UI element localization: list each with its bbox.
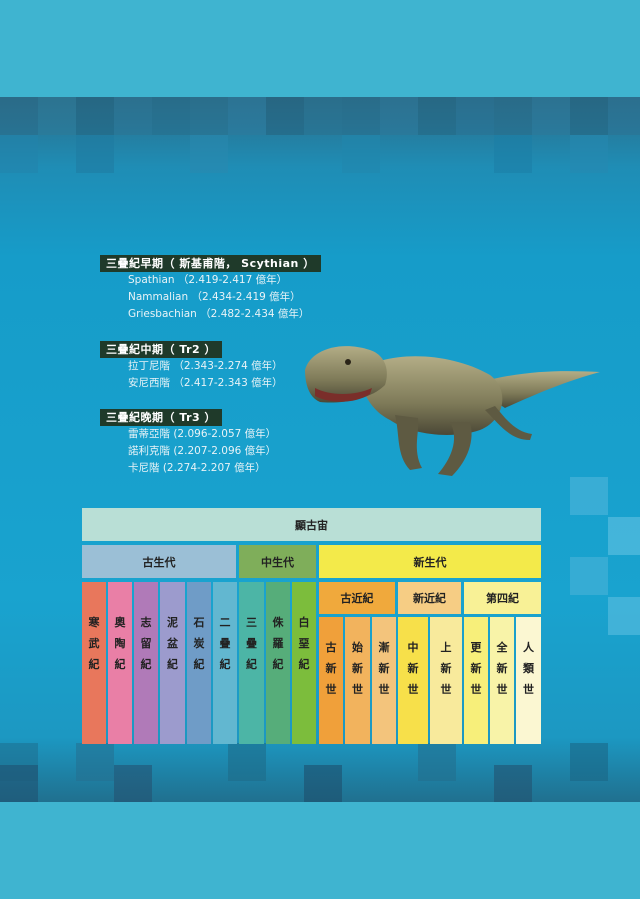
mosaic-tile <box>380 97 418 135</box>
mosaic-tile <box>456 97 494 135</box>
dinosaur-illustration <box>305 346 600 476</box>
stage-spathian: Spathian （2.419-2.417 億年） <box>128 274 288 286</box>
timescale-column: 泥盆紀 <box>160 582 185 744</box>
stage-carnian: 卡尼階 (2.274-2.207 億年） <box>128 462 266 474</box>
mosaic-tile <box>76 97 114 135</box>
timescale-column: 二疊紀 <box>213 582 237 744</box>
timescale-column: 更新世 <box>464 617 488 744</box>
mosaic-tile <box>494 97 532 135</box>
timescale-column: 上新世 <box>430 617 462 744</box>
timescale-column: 漸新世 <box>372 617 396 744</box>
eon-header: 顯古宙 <box>82 508 541 541</box>
mosaic-tile <box>152 97 190 135</box>
stage-ladinian: 拉丁尼階 （2.343-2.274 億年） <box>128 360 283 372</box>
mosaic-tile <box>0 135 38 173</box>
timescale-column: 全新世 <box>490 617 514 744</box>
mosaic-tile <box>304 97 342 135</box>
mosaic-tile <box>418 97 456 135</box>
mosaic-tile <box>570 743 608 781</box>
mosaic-tile <box>570 477 608 515</box>
period-neogene: 新近紀 <box>398 582 461 614</box>
timescale-column: 石炭紀 <box>187 582 211 744</box>
stage-griesbachian: Griesbachian （2.482-2.434 億年） <box>128 308 310 320</box>
era-cenozoic: 新生代 <box>319 545 541 578</box>
mosaic-tile <box>494 765 532 802</box>
mosaic-tile <box>190 97 228 135</box>
mosaic-tile <box>494 135 532 173</box>
mosaic-tile <box>228 743 266 781</box>
mosaic-tile <box>304 765 342 802</box>
mosaic-tile <box>570 97 608 135</box>
bottom-band <box>0 802 640 899</box>
timescale-column: 寒武紀 <box>82 582 106 744</box>
mosaic-tile <box>38 97 76 135</box>
stage-anisian: 安尼西階 （2.417-2.343 億年） <box>128 377 283 389</box>
mosaic-tile <box>342 97 380 135</box>
timescale-column: 志留紀 <box>134 582 158 744</box>
era-mesozoic: 中生代 <box>239 545 316 578</box>
mosaic-tile <box>532 97 570 135</box>
mosaic-tile <box>114 97 152 135</box>
period-heading-early: 三疊紀早期（ 斯基甫階， Scythian ） <box>100 255 321 272</box>
timescale-column: 人類世 <box>516 617 541 744</box>
mosaic-tile <box>342 135 380 173</box>
mosaic-tile <box>570 135 608 173</box>
mosaic-tile <box>76 135 114 173</box>
timescale-column: 古新世 <box>319 617 343 744</box>
mosaic-tile <box>0 97 38 135</box>
mosaic-tile <box>76 743 114 781</box>
timescale-column: 白堊紀 <box>292 582 316 744</box>
top-band <box>0 0 640 97</box>
mosaic-tile <box>418 743 456 781</box>
mosaic-tile <box>608 517 640 555</box>
era-paleozoic: 古生代 <box>82 545 236 578</box>
mosaic-tile <box>266 97 304 135</box>
timescale-column: 奧陶紀 <box>108 582 132 744</box>
mosaic-tile <box>190 135 228 173</box>
period-quaternary: 第四紀 <box>464 582 541 614</box>
mosaic-tile <box>608 597 640 635</box>
mosaic-tile <box>114 765 152 802</box>
period-paleogene: 古近紀 <box>319 582 395 614</box>
timescale-column: 三疊紀 <box>239 582 264 744</box>
period-heading-middle: 三疊紀中期（ Tr2 ） <box>100 341 223 358</box>
stage-norian: 諾利克階 (2.207-2.096 億年） <box>128 445 277 457</box>
stage-nammalian: Nammalian （2.434-2.419 億年） <box>128 291 301 303</box>
mosaic-tile <box>228 97 266 135</box>
timescale-column: 始新世 <box>345 617 370 744</box>
stage-rhaetian: 雷蒂亞階 (2.096-2.057 億年） <box>128 428 277 440</box>
period-heading-late: 三疊紀晚期（ Tr3 ） <box>100 409 223 426</box>
mosaic-tile <box>0 765 38 802</box>
timescale-column: 侏羅紀 <box>266 582 290 744</box>
mosaic-tile <box>608 97 640 135</box>
mosaic-tile <box>570 557 608 595</box>
timescale-column: 中新世 <box>398 617 428 744</box>
